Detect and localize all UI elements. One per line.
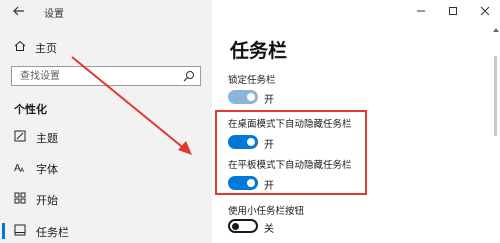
- sidebar-item-font[interactable]: A A 字体: [0, 156, 212, 180]
- scroll-up-arrow-icon[interactable]: [492, 26, 500, 34]
- toggle-state: 开: [264, 181, 274, 192]
- sidebar-item-label: 主题: [36, 132, 58, 145]
- sidebar-item-taskbar[interactable]: 任务栏: [0, 219, 212, 243]
- taskbar-icon: [14, 224, 26, 236]
- toggle-knob: [247, 93, 255, 101]
- minimize-icon[interactable]: [413, 3, 429, 19]
- setting-label: 在桌面模式下自动隐藏任务栏: [228, 119, 352, 130]
- toggle-knob: [247, 179, 255, 187]
- sidebar-item-label: 开始: [36, 194, 58, 207]
- section-title: 个性化: [14, 103, 47, 116]
- brush-icon: [14, 130, 26, 142]
- sidebar-item-home[interactable]: 主页: [10, 37, 205, 57]
- maximize-icon[interactable]: [445, 3, 461, 19]
- toggle-knob: [247, 138, 255, 146]
- title-bar: 设置: [0, 0, 212, 24]
- setting-label: 锁定任务栏: [228, 75, 276, 86]
- toggle-state: 开: [264, 95, 274, 106]
- toggle-knob: [232, 223, 239, 230]
- search-box[interactable]: [11, 66, 201, 86]
- close-icon[interactable]: [477, 3, 493, 19]
- sidebar-item-theme[interactable]: 主题: [0, 125, 212, 149]
- active-indicator: [2, 223, 5, 239]
- scrollbar[interactable]: [491, 26, 500, 243]
- home-icon: [14, 40, 26, 51]
- app-title: 设置: [44, 9, 64, 20]
- setting-label: 在平板模式下自动隐藏任务栏: [228, 160, 352, 171]
- scrollbar-thumb[interactable]: [494, 56, 497, 136]
- sidebar-item-label: 主页: [35, 42, 57, 55]
- window-controls: [212, 0, 500, 24]
- setting-label: 使用小任务栏按钮: [228, 206, 305, 217]
- svg-text:A: A: [20, 167, 25, 173]
- sidebar-item-start[interactable]: 开始: [0, 187, 212, 211]
- back-arrow-icon[interactable]: [12, 4, 26, 18]
- sidebar: 设置 主页 个性化 主题 A A 字体: [0, 0, 212, 243]
- page-title: 任务栏: [230, 40, 288, 62]
- sidebar-item-label: 任务栏: [36, 226, 69, 239]
- toggle-state: 开: [264, 140, 274, 151]
- sidebar-item-label: 字体: [36, 163, 58, 176]
- search-input[interactable]: [20, 69, 170, 83]
- start-tiles-icon: [14, 192, 26, 204]
- search-icon[interactable]: [183, 70, 195, 82]
- toggle-state: 关: [264, 224, 274, 235]
- small-buttons-toggle[interactable]: [228, 219, 258, 233]
- lock-taskbar-toggle[interactable]: [228, 90, 258, 104]
- font-icon: A A: [14, 163, 25, 173]
- autohide-desktop-toggle[interactable]: [228, 135, 258, 149]
- autohide-tablet-toggle[interactable]: [228, 176, 258, 190]
